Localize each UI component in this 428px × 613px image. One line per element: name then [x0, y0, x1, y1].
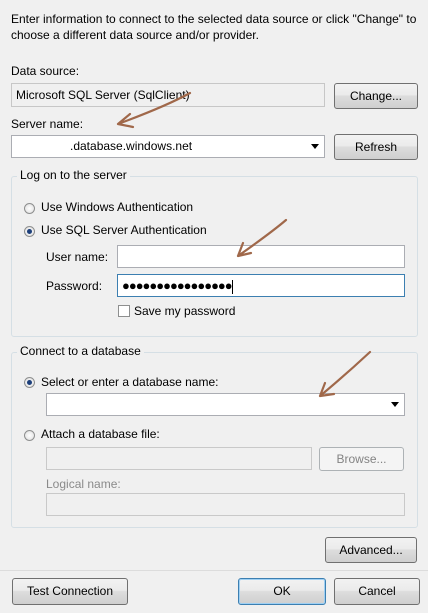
browse-button[interactable]: Browse...: [319, 447, 404, 471]
refresh-button[interactable]: Refresh: [334, 134, 418, 160]
text-caret: [231, 279, 233, 294]
logon-group-title: Log on to the server: [17, 168, 130, 182]
sql-auth-radio[interactable]: [24, 226, 35, 237]
logical-name-input[interactable]: [46, 493, 405, 516]
intro-text: Enter information to connect to the sele…: [11, 12, 417, 42]
dropdown-arrow-icon[interactable]: [311, 144, 319, 149]
change-button[interactable]: Change...: [334, 83, 418, 109]
data-source-label: Data source:: [11, 64, 80, 78]
server-name-label: Server name:: [11, 117, 84, 131]
ok-button[interactable]: OK: [238, 578, 326, 605]
username-input[interactable]: [117, 245, 405, 268]
select-database-radio[interactable]: [24, 377, 35, 388]
logical-name-label: Logical name:: [46, 477, 121, 491]
windows-auth-label[interactable]: Use Windows Authentication: [41, 200, 193, 214]
select-database-label[interactable]: Select or enter a database name:: [41, 375, 218, 389]
windows-auth-radio[interactable]: [24, 203, 35, 214]
password-mask: ●●●●●●●●●●●●●●●●: [122, 278, 233, 293]
database-group-title: Connect to a database: [17, 344, 144, 358]
attach-file-label[interactable]: Attach a database file:: [41, 427, 160, 441]
server-name-combobox[interactable]: .database.windows.net: [11, 135, 325, 158]
attach-file-input[interactable]: [46, 447, 312, 470]
database-name-combobox[interactable]: [46, 393, 405, 416]
sql-auth-label[interactable]: Use SQL Server Authentication: [41, 223, 207, 237]
separator-line: [0, 570, 428, 571]
password-input[interactable]: ●●●●●●●●●●●●●●●●: [117, 274, 405, 297]
dropdown-arrow-icon[interactable]: [391, 402, 399, 407]
attach-file-radio[interactable]: [24, 430, 35, 441]
cancel-button[interactable]: Cancel: [334, 578, 420, 605]
save-password-label[interactable]: Save my password: [134, 304, 235, 318]
advanced-button[interactable]: Advanced...: [325, 537, 417, 563]
server-name-value: .database.windows.net: [70, 139, 193, 153]
test-connection-button[interactable]: Test Connection: [12, 578, 128, 605]
username-label: User name:: [46, 250, 109, 264]
data-source-value: Microsoft SQL Server (SqlClient): [11, 83, 325, 107]
password-label: Password:: [46, 279, 103, 293]
save-password-checkbox[interactable]: [118, 305, 130, 317]
